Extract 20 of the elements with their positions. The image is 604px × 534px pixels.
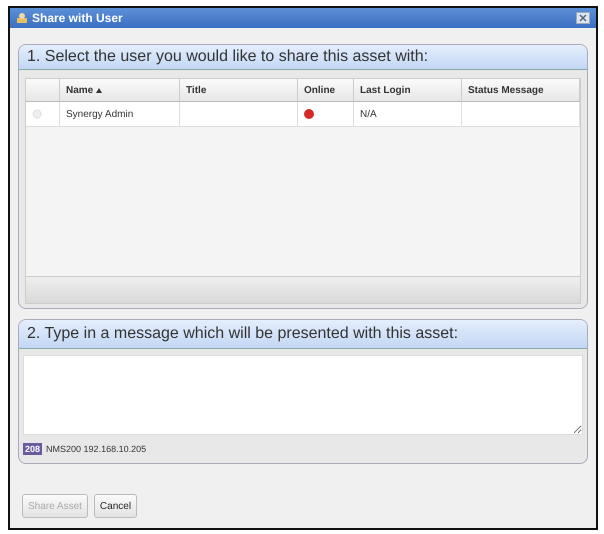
sort-arrow-icon — [96, 88, 102, 92]
section-heading: 1. Select the user you would like to share this asset with: — [19, 45, 587, 70]
row-selector[interactable] — [26, 102, 60, 127]
server-badge: 208 — [23, 443, 42, 455]
row-icon — [32, 109, 42, 119]
column-header[interactable]: Last Login — [354, 79, 462, 102]
window-title: Share with User — [32, 11, 124, 25]
column-header[interactable]: Name — [60, 79, 180, 102]
close-button[interactable] — [576, 12, 590, 24]
user-icon — [16, 12, 28, 24]
message-field[interactable] — [23, 355, 583, 435]
column-header[interactable]: Status Message — [462, 79, 580, 102]
cancel-button[interactable]: Cancel — [94, 494, 138, 518]
table-cell: Synergy Admin — [60, 102, 180, 127]
column-header[interactable]: Title — [180, 79, 298, 102]
column-header[interactable]: Online — [298, 79, 354, 102]
section-heading: 2. Type in a message which will be presented with this asset: — [19, 320, 587, 349]
table-cell: N/A — [354, 102, 462, 127]
close-icon — [579, 14, 587, 22]
server-label: NMS200 192.168.10.205 — [46, 444, 146, 454]
